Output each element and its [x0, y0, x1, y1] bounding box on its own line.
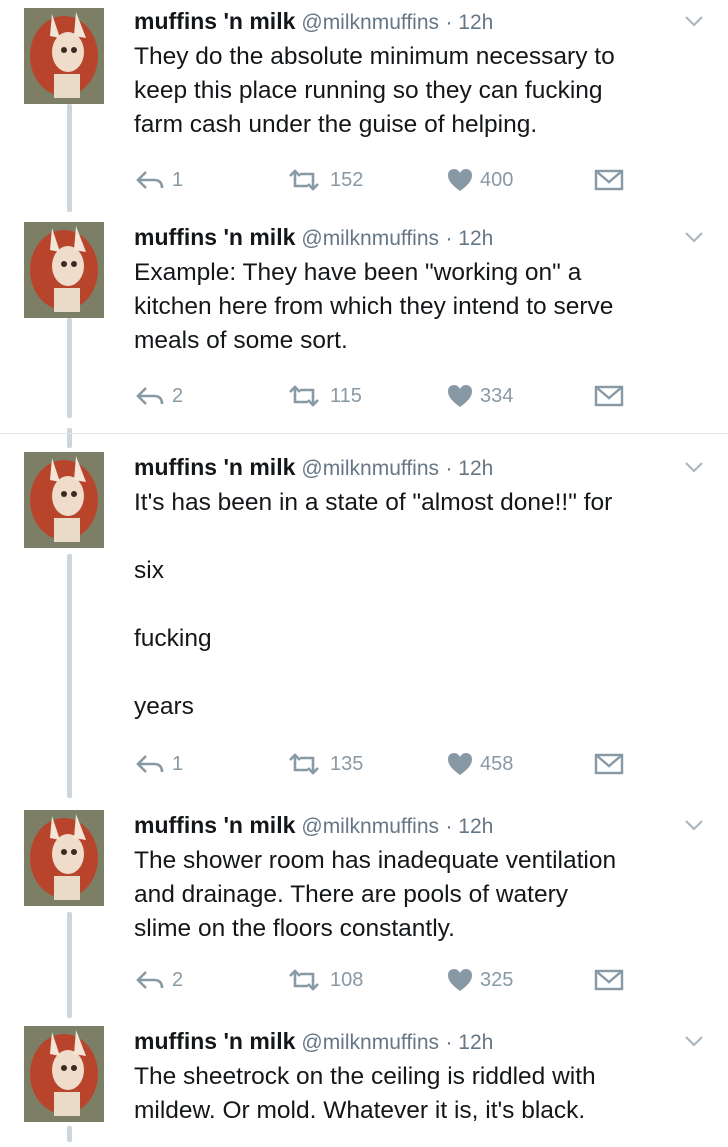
like-button[interactable]: 458	[446, 748, 513, 780]
tweet-actions: 2 108 325	[134, 964, 634, 996]
like-count: 325	[480, 968, 514, 991]
avatar[interactable]	[24, 222, 104, 318]
reply-button[interactable]: 1	[134, 164, 183, 196]
tweet-actions: 1 152 400	[134, 164, 634, 196]
like-count: 334	[480, 384, 514, 407]
tweet-header: muffins 'n milk @milknmuffins · 12h	[134, 808, 493, 842]
reply-button[interactable]: 2	[134, 380, 183, 412]
reply-button[interactable]: 2	[134, 964, 183, 996]
retweet-icon	[289, 753, 319, 775]
direct-message-button[interactable]	[594, 380, 624, 412]
reply-button[interactable]: 1	[134, 748, 183, 780]
tweet-thread: muffins 'n milk @milknmuffins · 12h They …	[0, 0, 728, 1147]
display-name[interactable]: muffins 'n milk	[134, 454, 295, 480]
tweet-header: muffins 'n milk @milknmuffins · 12h	[134, 4, 493, 38]
retweet-count: 135	[330, 752, 364, 775]
reply-count: 2	[172, 968, 184, 991]
avatar[interactable]	[24, 8, 104, 104]
heart-icon	[448, 169, 472, 191]
reply-icon	[136, 387, 164, 405]
tweet-text: It's has been in a state of "almost done…	[134, 489, 613, 720]
tweet[interactable]: muffins 'n milk @milknmuffins · 12h It's …	[0, 450, 728, 790]
tweet-text: Example: They have been "working on" a k…	[134, 259, 614, 354]
retweet-button[interactable]: 135	[284, 748, 363, 780]
tweet-text: They do the absolute minimum necessary t…	[134, 43, 615, 138]
avatar-image	[24, 810, 104, 906]
tweet[interactable]: muffins 'n milk @milknmuffins · 12h The s…	[0, 808, 728, 1008]
avatar[interactable]	[24, 810, 104, 906]
retweet-icon	[289, 385, 319, 407]
like-button[interactable]: 334	[446, 380, 513, 412]
user-handle[interactable]: @milknmuffins	[301, 11, 439, 34]
avatar-image	[24, 8, 104, 104]
reply-icon	[136, 971, 164, 989]
reply-icon	[136, 171, 164, 189]
chevron-down-icon[interactable]	[684, 14, 704, 28]
retweet-button[interactable]: 108	[284, 964, 363, 996]
tweet-text: The sheetrock on the ceiling is riddled …	[134, 1063, 596, 1124]
heart-icon	[448, 969, 472, 991]
chevron-down-icon[interactable]	[684, 818, 704, 832]
like-count: 458	[480, 752, 514, 775]
timestamp[interactable]: · 12h	[445, 227, 493, 250]
display-name[interactable]: muffins 'n milk	[134, 812, 295, 838]
tweet-actions: 1 135 458	[134, 748, 634, 780]
reply-count: 2	[172, 384, 184, 407]
retweet-button[interactable]: 115	[284, 380, 362, 412]
tweet[interactable]: muffins 'n milk @milknmuffins · 12h Examp…	[0, 220, 728, 420]
tweet-text: The shower room has inadequate ventilati…	[134, 847, 617, 942]
like-button[interactable]: 325	[446, 964, 513, 996]
avatar[interactable]	[24, 1026, 104, 1122]
tweet-header: muffins 'n milk @milknmuffins · 12h	[134, 450, 493, 484]
retweet-button[interactable]: 152	[284, 164, 363, 196]
chevron-down-icon[interactable]	[684, 460, 704, 474]
tweet-header: muffins 'n milk @milknmuffins · 12h	[134, 1024, 493, 1058]
retweet-count: 108	[330, 968, 364, 991]
envelope-icon	[594, 385, 624, 407]
avatar-image	[24, 452, 104, 548]
chevron-down-icon[interactable]	[684, 230, 704, 244]
timestamp[interactable]: · 12h	[445, 1031, 493, 1054]
tweet[interactable]: muffins 'n milk @milknmuffins · 12h They …	[0, 4, 728, 204]
heart-icon	[448, 385, 472, 407]
chevron-down-icon[interactable]	[684, 1034, 704, 1048]
divider	[0, 433, 728, 434]
direct-message-button[interactable]	[594, 748, 624, 780]
user-handle[interactable]: @milknmuffins	[301, 227, 439, 250]
like-button[interactable]: 400	[446, 164, 513, 196]
timestamp[interactable]: · 12h	[445, 457, 493, 480]
avatar-image	[24, 1026, 104, 1122]
timestamp[interactable]: · 12h	[445, 815, 493, 838]
envelope-icon	[594, 169, 624, 191]
display-name[interactable]: muffins 'n milk	[134, 224, 295, 250]
envelope-icon	[594, 969, 624, 991]
heart-icon	[448, 753, 472, 775]
user-handle[interactable]: @milknmuffins	[301, 815, 439, 838]
like-count: 400	[480, 168, 514, 191]
user-handle[interactable]: @milknmuffins	[301, 1031, 439, 1054]
direct-message-button[interactable]	[594, 164, 624, 196]
avatar[interactable]	[24, 452, 104, 548]
reply-count: 1	[172, 168, 184, 191]
display-name[interactable]: muffins 'n milk	[134, 1028, 295, 1054]
tweet-actions: 2 115 334	[134, 380, 634, 412]
direct-message-button[interactable]	[594, 964, 624, 996]
reply-icon	[136, 755, 164, 773]
display-name[interactable]: muffins 'n milk	[134, 8, 295, 34]
timestamp[interactable]: · 12h	[445, 11, 493, 34]
retweet-count: 152	[330, 168, 364, 191]
user-handle[interactable]: @milknmuffins	[301, 457, 439, 480]
retweet-icon	[289, 169, 319, 191]
tweet-header: muffins 'n milk @milknmuffins · 12h	[134, 220, 493, 254]
tweet[interactable]: muffins 'n milk @milknmuffins · 12h The s…	[0, 1024, 728, 1147]
avatar-image	[24, 222, 104, 318]
retweet-icon	[289, 969, 319, 991]
thread-connector	[67, 428, 72, 448]
reply-count: 1	[172, 752, 184, 775]
envelope-icon	[594, 753, 624, 775]
retweet-count: 115	[330, 384, 362, 407]
